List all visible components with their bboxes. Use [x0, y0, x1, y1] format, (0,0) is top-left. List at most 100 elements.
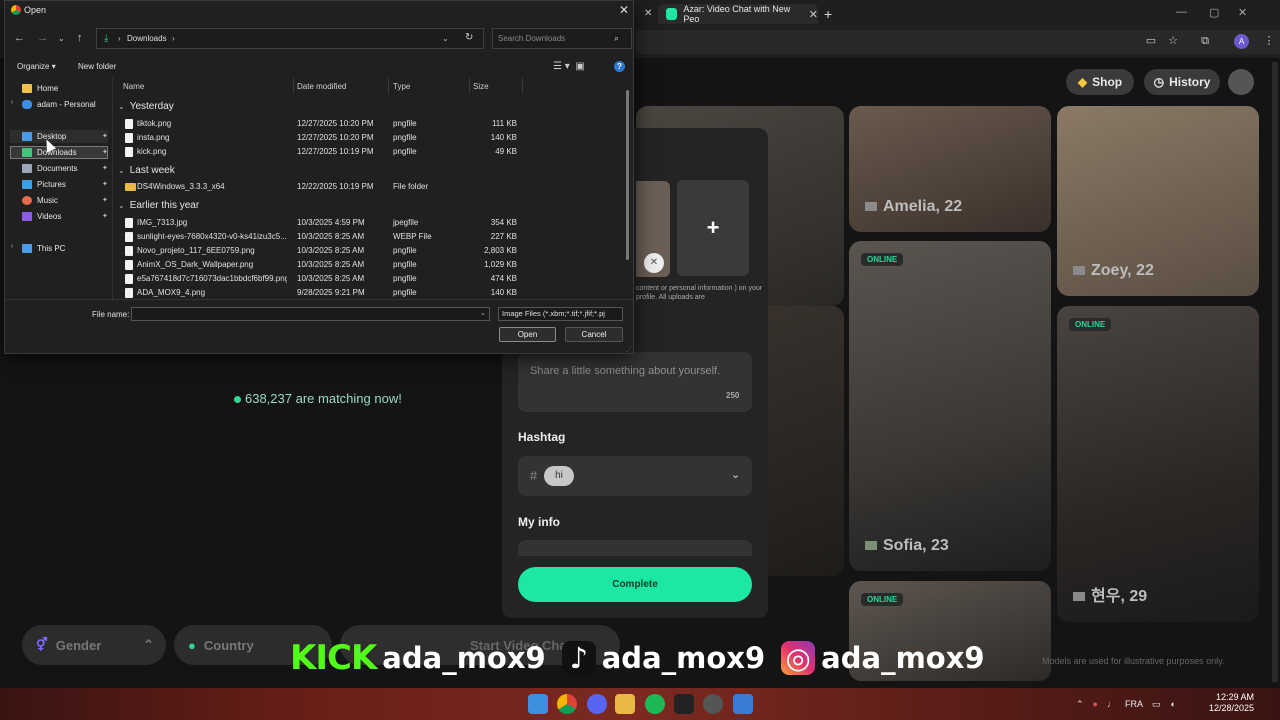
complete-button[interactable]: Complete: [518, 567, 752, 602]
sidebar-item-this-pc[interactable]: This PC: [22, 241, 112, 255]
minimize-button[interactable]: —: [1176, 6, 1187, 18]
column-divider[interactable]: [469, 78, 470, 94]
epic-games-icon[interactable]: [674, 694, 694, 714]
breadcrumb-chevron-icon[interactable]: ›: [172, 34, 175, 43]
column-divider[interactable]: [522, 78, 523, 94]
page-scrollbar[interactable]: [1272, 62, 1278, 682]
bookmark-star-icon[interactable]: ☆: [1166, 34, 1180, 48]
profile-card-zoey[interactable]: Zoey, 22: [1057, 106, 1259, 296]
profile-card-sofia[interactable]: ONLINE Sofia, 23: [849, 241, 1051, 571]
prev-tab-close-icon[interactable]: ✕: [644, 8, 652, 19]
profile-avatar[interactable]: A: [1234, 34, 1249, 49]
sidebar-item-desktop[interactable]: Desktop ✦: [22, 129, 112, 143]
new-folder-button[interactable]: New folder: [78, 62, 116, 71]
profile-card-hyeonu[interactable]: ONLINE 현우, 29: [1057, 306, 1259, 622]
sidebar-item-downloads[interactable]: Downloads ✦: [22, 145, 112, 159]
new-tab-button[interactable]: +: [824, 6, 832, 22]
app-icon[interactable]: [733, 694, 753, 714]
help-icon[interactable]: ?: [614, 61, 625, 72]
sidebar-item-music[interactable]: Music ✦: [22, 193, 112, 207]
pin-icon: ✦: [102, 149, 108, 156]
group-yesterday[interactable]: ⌄ Yesterday: [118, 101, 174, 112]
user-avatar[interactable]: [1228, 69, 1254, 95]
cast-icon[interactable]: ▭: [1144, 34, 1158, 48]
shop-button[interactable]: ◆ Shop: [1066, 69, 1134, 95]
dialog-close-icon[interactable]: ✕: [619, 3, 629, 17]
group-last-week[interactable]: ⌄ Last week: [118, 165, 175, 176]
up-arrow-icon[interactable]: ↑: [77, 32, 83, 44]
sidebar-divider[interactable]: [112, 78, 113, 300]
breadcrumb-downloads[interactable]: Downloads: [127, 34, 167, 43]
file-type-filter[interactable]: Image Files (*.xbm;*.tif;*.jfif;*.pj: [498, 307, 623, 321]
network-icon[interactable]: ▭: [1152, 699, 1161, 710]
sidebar-item-home[interactable]: Home: [22, 81, 112, 95]
forward-arrow-icon[interactable]: →: [37, 32, 48, 44]
bio-textarea[interactable]: [518, 352, 752, 412]
chrome-icon[interactable]: [557, 694, 577, 714]
add-photo-button[interactable]: +: [677, 180, 749, 276]
folder-row[interactable]: DS4Windows_3.3.3_x64 12/22/2025 10:19 PM F…: [124, 181, 624, 194]
file-row[interactable]: insta.png 12/27/2025 10:20 PM pngfile 140 K…: [124, 132, 624, 145]
cancel-button[interactable]: Cancel: [565, 327, 623, 342]
file-list-scrollbar[interactable]: [626, 90, 629, 260]
search-icon[interactable]: ⌕: [614, 33, 619, 44]
file-explorer-icon[interactable]: [615, 694, 635, 714]
sidebar-item-pictures[interactable]: Pictures ✦: [22, 177, 112, 191]
refresh-icon[interactable]: ↻: [465, 32, 473, 43]
start-icon[interactable]: [528, 694, 548, 714]
extensions-icon[interactable]: ⧉: [1198, 34, 1212, 48]
spotify-icon[interactable]: [645, 694, 665, 714]
tab-azar[interactable]: Azar: Video Chat with New Peo ✕: [658, 4, 818, 24]
address-bar[interactable]: [636, 30, 1280, 54]
file-row[interactable]: sunlight-eyes-7680x4320-v0-ks41izu3c5...…: [124, 231, 624, 244]
back-arrow-icon[interactable]: ←: [14, 32, 25, 44]
column-name[interactable]: Name: [123, 82, 144, 91]
language-indicator[interactable]: FRA: [1125, 699, 1143, 709]
open-button[interactable]: Open: [499, 327, 556, 342]
address-dropdown-icon[interactable]: ⌄: [442, 34, 449, 43]
hashtag-chip[interactable]: hi: [544, 466, 574, 486]
remove-photo-icon[interactable]: ✕: [644, 253, 664, 273]
sidebar-item-documents[interactable]: Documents ✦: [22, 161, 112, 175]
column-divider[interactable]: [388, 78, 389, 94]
file-row[interactable]: kick.png 12/27/2025 10:19 PM pngfile 49 KB: [124, 146, 624, 159]
window-close-button[interactable]: ✕: [1238, 6, 1247, 19]
sidebar-item-videos[interactable]: Videos ✦: [22, 209, 112, 223]
file-row[interactable]: IMG_7313.jpg 10/3/2025 4:59 PM jpegfile 354…: [124, 217, 624, 230]
hash-icon: #: [530, 468, 538, 483]
discord-icon[interactable]: [587, 694, 607, 714]
sidebar-item-onedrive[interactable]: adam - Personal: [22, 97, 112, 111]
maximize-button[interactable]: ▢: [1209, 6, 1219, 19]
obs-icon[interactable]: [703, 694, 723, 714]
group-earlier-this-year[interactable]: ⌄ Earlier this year: [118, 200, 199, 211]
file-row[interactable]: Novo_projeto_117_6EE0759.png 10/3/2025 8:…: [124, 245, 624, 258]
chevron-down-icon[interactable]: ⌄: [731, 468, 740, 481]
column-date[interactable]: Date modified: [297, 82, 346, 91]
filename-dropdown-icon[interactable]: ⌄: [480, 309, 486, 317]
clock[interactable]: 12:29 AM 12/28/2025: [1208, 692, 1254, 714]
view-options-icon[interactable]: ☰ ▾ ▣: [553, 61, 585, 72]
file-row[interactable]: e5a767418d7c716073dac1bbdcf6bf99.png 10/3…: [124, 273, 624, 286]
recent-locations-icon[interactable]: ⌄: [58, 34, 65, 43]
mic-icon[interactable]: ♩: [1107, 699, 1116, 709]
file-row[interactable]: AnimX_OS_Dark_Wallpaper.png 10/3/2025 8:2…: [124, 259, 624, 272]
filename-input[interactable]: [131, 307, 490, 321]
browser-menu-icon[interactable]: ⋮: [1262, 34, 1276, 48]
tray-app-icon[interactable]: ●: [1093, 699, 1098, 709]
expand-chevron-icon[interactable]: ›: [11, 243, 13, 250]
organize-button[interactable]: Organize ▾: [17, 62, 56, 71]
expand-chevron-icon[interactable]: ›: [11, 99, 13, 106]
gender-filter[interactable]: ⚥ Gender ⌃: [22, 625, 166, 665]
column-divider[interactable]: [293, 78, 294, 94]
myinfo-field[interactable]: [518, 540, 752, 556]
resize-grip-icon[interactable]: ⋰: [626, 346, 632, 353]
tab-close-icon[interactable]: ✕: [809, 8, 818, 21]
chevron-up-icon[interactable]: ⌃: [1076, 699, 1084, 710]
column-size[interactable]: Size: [473, 82, 489, 91]
column-type[interactable]: Type: [393, 82, 410, 91]
file-row[interactable]: tiktok.png 12/27/2025 10:20 PM pngfile 111 …: [124, 118, 624, 131]
history-button[interactable]: ◷ History: [1144, 69, 1220, 95]
breadcrumb-chevron-icon[interactable]: ›: [118, 34, 121, 43]
profile-card-amelia[interactable]: Amelia, 22: [849, 106, 1051, 232]
volume-icon[interactable]: ◖: [1170, 699, 1175, 709]
